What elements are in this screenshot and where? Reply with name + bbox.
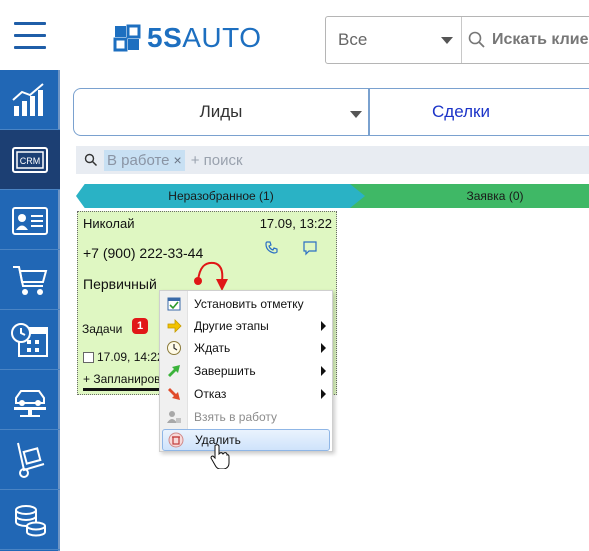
submenu-arrow-icon [321,389,326,399]
take-work-icon [167,411,181,423]
tabs: Лиды Сделки [73,88,589,136]
menu-item-set-mark[interactable]: Установить отметку [160,293,332,315]
crm-label: CRM [20,156,41,166]
tab-deals[interactable]: Сделки [370,102,589,122]
sidebar-item-analytics[interactable] [0,70,60,130]
annotation-arrow-icon [194,261,228,291]
tab-deals-label: Сделки [432,102,490,121]
sidebar-item-crm[interactable]: CRM [0,130,60,190]
stage-request[interactable]: Заявка (0) [350,184,589,208]
mark-icon [167,297,181,311]
submenu-arrow-icon [321,321,326,331]
menu-item-take-to-work: Взять в работу [160,406,332,428]
stage-unsorted[interactable]: Неразобранное (1) [76,184,366,208]
clock-icon [167,341,181,355]
lead-phone: +7 (900) 222-33-44 [83,245,204,261]
tasks-count-badge: 1 [132,318,148,334]
lead-date: 17.09, 13:22 [259,216,332,231]
lead-name: Николай [83,216,135,231]
menu-item-label: Отказ [194,387,227,401]
contact-card-icon [12,206,48,235]
reject-arrow-icon [168,388,180,400]
menu-item-label: Завершить [194,364,256,378]
pipeline-stages: Неразобранное (1) Заявка (0) [76,184,589,208]
sidebar-item-contacts[interactable] [0,190,60,250]
sidebar-item-shop[interactable] [0,250,60,310]
chat-icon[interactable] [302,240,318,256]
global-search: Все Искать клие [325,16,589,64]
search-scope-value: Все [338,30,368,49]
task-checkbox[interactable] [83,351,94,363]
sidebar-item-finance[interactable] [0,490,60,550]
menu-item-other-stages[interactable]: Другие этапы [160,315,332,337]
logo-text: 5SAUTO [147,22,262,53]
menu-item-delete[interactable]: Удалить [162,429,330,451]
calendar-clock-icon [11,322,48,357]
search-placeholder: Искать клие [492,31,589,48]
task-item: 17.09, 14:22 [83,350,164,364]
submenu-arrow-icon [321,366,326,376]
filter-chip-label: В работе [107,151,170,169]
tab-leads-label: Лиды [199,102,243,121]
chevron-down-icon [441,36,453,44]
coins-stack-icon [15,504,46,536]
analytics-chart-icon [12,82,44,116]
tasks-label: Задачи [82,322,123,336]
plan-task-link[interactable]: + Запланирова [83,372,167,386]
shopping-cart-icon [13,265,48,295]
menu-item-reject[interactable]: Отказ [160,383,332,405]
menu-item-complete[interactable]: Завершить [160,360,332,382]
menu-item-label: Установить отметку [194,297,304,311]
logo-mark-icon [113,24,141,52]
menu-item-label: Другие этапы [194,319,269,333]
lead-status: Первичный [83,276,157,292]
close-icon[interactable]: × [174,152,182,168]
chevron-down-icon[interactable] [350,111,362,118]
search-icon [468,31,485,48]
hand-truck-icon [17,442,45,478]
filter-search-input[interactable]: + поиск [191,152,243,169]
search-scope-select[interactable]: Все [326,17,462,63]
app-root: CRM 5SAUTO Все Искать клие Лиды Сделки В… [0,0,589,551]
tab-leads[interactable]: Лиды [74,89,370,135]
sidebar-item-calendar[interactable] [0,310,60,370]
menu-item-label: Ждать [194,341,231,355]
context-menu: Установить отметку Другие этапы Ждать За… [159,290,333,452]
sidebar: CRM [0,70,60,551]
crm-icon: CRM [12,146,48,173]
logo[interactable]: 5SAUTO [113,24,262,52]
car-lift-icon [14,389,46,417]
complete-arrow-icon [168,365,180,377]
search-icon [84,153,98,167]
phone-icon[interactable] [264,240,280,256]
menu-item-wait[interactable]: Ждать [160,337,332,359]
filter-bar: В работе × + поиск [76,146,589,174]
hand-cursor-icon [210,444,230,469]
search-input[interactable]: Искать клие [462,31,589,49]
trash-icon [168,432,184,448]
filter-chip[interactable]: В работе × [104,149,185,171]
arrow-right-icon [167,319,182,333]
menu-item-label: Взять в работу [194,410,278,424]
sidebar-item-service[interactable] [0,370,60,430]
hamburger-menu-icon[interactable] [0,0,60,70]
task-date: 17.09, 14:22 [97,350,164,364]
submenu-arrow-icon [321,343,326,353]
sidebar-item-warehouse[interactable] [0,430,60,490]
